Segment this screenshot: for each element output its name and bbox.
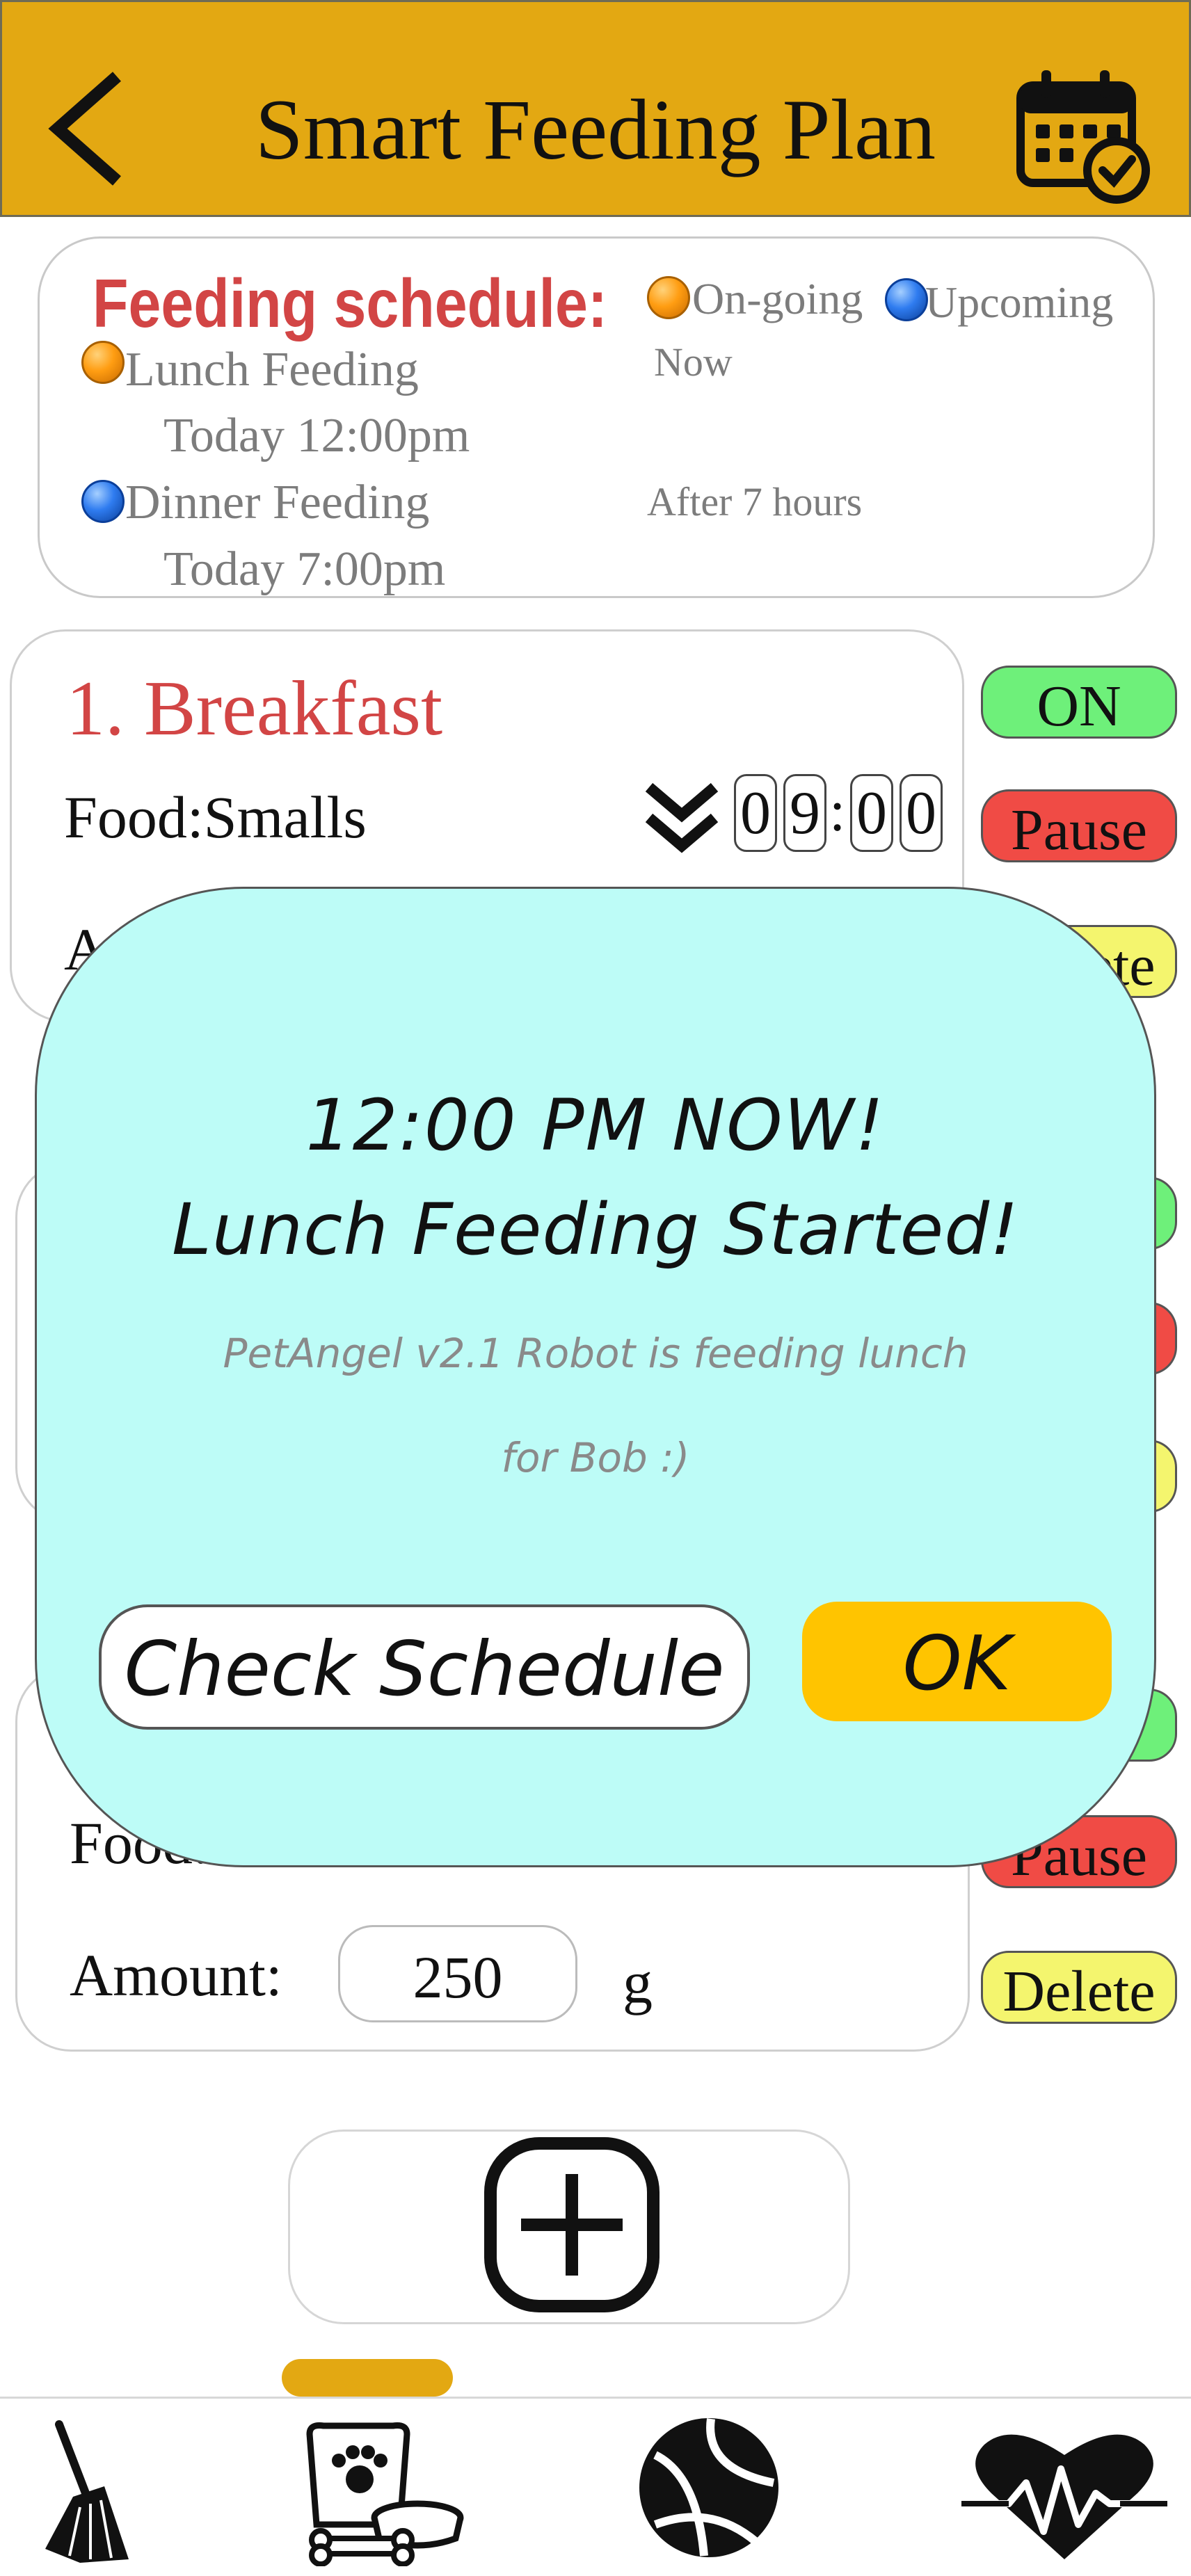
- dialog-message-line2: for Bob :): [501, 1434, 690, 1481]
- lunch-status-dot-icon: [81, 341, 125, 384]
- dinner-feeding-name: Dinner Feeding: [125, 476, 430, 529]
- active-tab-indicator: [282, 2359, 453, 2397]
- dialog-message-line1: PetAngel v2.1 Robot is feeding lunch: [223, 1330, 968, 1377]
- upcoming-legend-label: Upcoming: [925, 277, 1114, 327]
- plus-square-icon[interactable]: [483, 2136, 660, 2313]
- time-digit[interactable]: 0: [900, 774, 943, 852]
- time-digit[interactable]: 0: [734, 774, 777, 852]
- ongoing-legend-label: On-going: [692, 274, 863, 323]
- ball-icon[interactable]: [634, 2413, 784, 2563]
- nav-divider: [0, 2397, 1191, 2399]
- time-separator: :: [829, 779, 846, 844]
- breakfast-title: 1. Breakfast: [66, 666, 443, 752]
- check-schedule-button[interactable]: Check Schedule: [99, 1604, 750, 1730]
- breakfast-on-button[interactable]: ON: [981, 666, 1177, 739]
- pet-food-icon[interactable]: [296, 2420, 466, 2566]
- heartbeat-icon[interactable]: [960, 2427, 1169, 2563]
- lunch-feeding-time: Today 12:00pm: [163, 409, 470, 462]
- calendar-check-icon[interactable]: [1012, 66, 1158, 205]
- dinner-feeding-status: After 7 hours: [647, 479, 863, 524]
- meal3-amount-input[interactable]: 250: [338, 1925, 577, 2022]
- schedule-title: Feeding schedule:: [93, 265, 607, 341]
- broom-icon[interactable]: [31, 2420, 136, 2566]
- breakfast-food-label: Food:Smalls: [64, 784, 367, 851]
- time-digit[interactable]: 0: [850, 774, 893, 852]
- meal3-amount-unit: g: [623, 1949, 653, 2015]
- breakfast-pause-button[interactable]: Pause: [981, 789, 1177, 862]
- dialog-title: Lunch Feeding Started!: [172, 1189, 1019, 1271]
- lunch-feeding-name: Lunch Feeding: [125, 343, 419, 396]
- ongoing-legend-dot-icon: [647, 276, 690, 319]
- dinner-status-dot-icon: [81, 480, 125, 523]
- upcoming-legend-dot-icon: [885, 278, 928, 321]
- double-chevron-down-icon[interactable]: [644, 779, 720, 855]
- lunch-feeding-status: Now: [654, 339, 733, 385]
- meal3-amount-label: Amount:: [70, 1942, 282, 2009]
- dinner-feeding-time: Today 7:00pm: [163, 542, 446, 596]
- ok-button[interactable]: OK: [802, 1602, 1112, 1721]
- time-digit[interactable]: 9: [783, 774, 826, 852]
- meal3-delete-button[interactable]: Delete: [981, 1951, 1177, 2024]
- dialog-time-heading: 12:00 PM NOW!: [305, 1084, 886, 1167]
